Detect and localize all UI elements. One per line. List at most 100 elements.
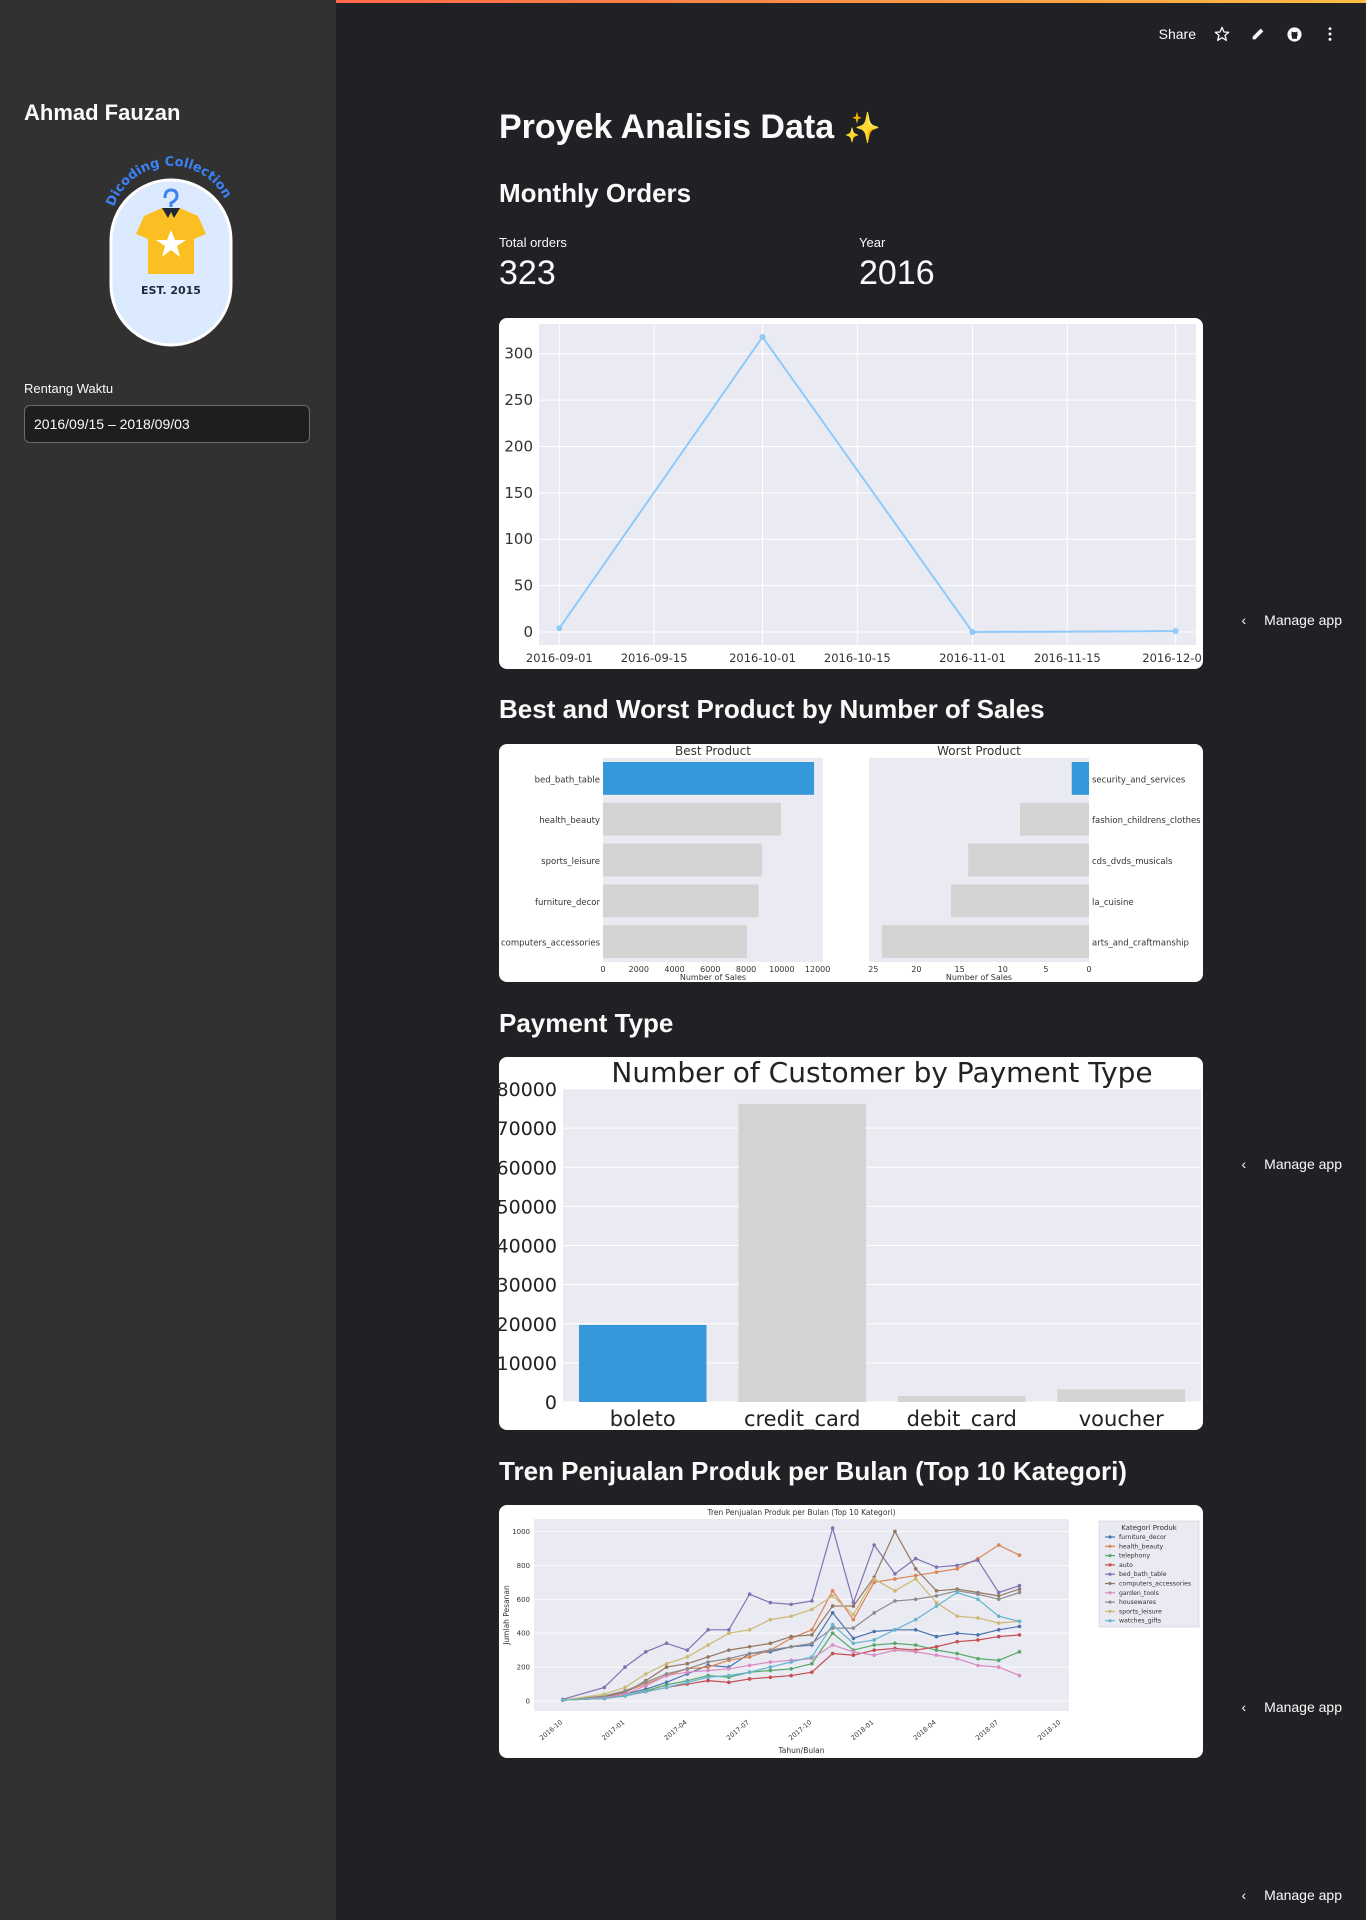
trend-point bbox=[644, 1680, 648, 1685]
trend-point bbox=[685, 1661, 690, 1666]
manage-app-button[interactable]: ‹ Manage app bbox=[1241, 612, 1342, 628]
y-tick-label: 0 bbox=[545, 1392, 557, 1414]
best-category-label: computers_accessories bbox=[501, 939, 601, 949]
share-button[interactable]: Share bbox=[1159, 26, 1196, 42]
edit-pencil-icon[interactable] bbox=[1248, 24, 1268, 44]
best-x-tick-label: 12000 bbox=[805, 965, 830, 974]
worst-bar bbox=[1019, 802, 1089, 836]
trend-point bbox=[810, 1599, 814, 1603]
worst-x-tick-label: 0 bbox=[1086, 965, 1091, 974]
x-tick-label: 2018-10 bbox=[1036, 1718, 1062, 1742]
date-range-input[interactable]: 2016/09/15 – 2018/09/03 bbox=[24, 405, 310, 443]
x-tick-label: 2016-12-01 bbox=[1142, 651, 1203, 665]
trend-point bbox=[664, 1641, 669, 1646]
y-tick-label: 10000 bbox=[499, 1353, 557, 1375]
trend-point bbox=[996, 1665, 1001, 1669]
trend-point bbox=[851, 1636, 856, 1641]
metric-year-label: Year bbox=[859, 235, 886, 250]
best-bar bbox=[603, 843, 763, 877]
trend-point bbox=[830, 1611, 835, 1615]
trend-point bbox=[602, 1696, 607, 1701]
trend-point bbox=[685, 1655, 690, 1659]
x-tick-label: 2016-11-01 bbox=[939, 651, 1006, 665]
x-tick-label: 2016-09-01 bbox=[526, 651, 593, 665]
trend-point bbox=[851, 1653, 856, 1658]
worst-category-label: security_and_services bbox=[1092, 775, 1186, 785]
trend-point bbox=[872, 1653, 876, 1658]
chevron-left-icon: ‹ bbox=[1241, 1699, 1247, 1715]
star-icon[interactable] bbox=[1212, 24, 1232, 44]
trend-point bbox=[685, 1666, 690, 1671]
trend-point bbox=[644, 1650, 648, 1654]
manage-app-label: Manage app bbox=[1264, 1887, 1342, 1903]
trend-point bbox=[872, 1648, 876, 1652]
trend-point bbox=[1017, 1673, 1022, 1678]
legend-entry: auto bbox=[1119, 1562, 1133, 1569]
x-tick-label: 2017-10 bbox=[787, 1718, 813, 1742]
trend-point bbox=[851, 1641, 856, 1646]
manage-app-button[interactable]: ‹ Manage app bbox=[1241, 1156, 1342, 1172]
x-tick-label: 2017-04 bbox=[663, 1718, 689, 1742]
trend-chart-card: Tren Penjualan Produk per Bulan (Top 10 … bbox=[499, 1505, 1203, 1758]
worst-category-label: la_cuisine bbox=[1092, 898, 1134, 908]
manage-app-button[interactable]: ‹ Manage app bbox=[1241, 1699, 1342, 1715]
trend-point bbox=[913, 1566, 918, 1571]
legend-entry: housewares bbox=[1119, 1599, 1156, 1606]
trend-point bbox=[644, 1683, 648, 1688]
trend-point bbox=[996, 1597, 1001, 1602]
best-x-tick-label: 10000 bbox=[769, 965, 794, 974]
trend-point bbox=[913, 1643, 918, 1647]
trend-point bbox=[893, 1589, 897, 1593]
trend-point bbox=[934, 1648, 939, 1652]
trend-point bbox=[976, 1558, 980, 1563]
trend-point bbox=[768, 1617, 773, 1622]
trend-point bbox=[913, 1617, 918, 1622]
trend-point bbox=[727, 1680, 731, 1685]
manage-app-button[interactable]: ‹ Manage app bbox=[1241, 1887, 1342, 1903]
x-tick-label: 2017-01 bbox=[600, 1718, 626, 1742]
manage-app-label: Manage app bbox=[1264, 1699, 1342, 1715]
trend-point bbox=[768, 1600, 773, 1605]
best-chart-title: Best Product bbox=[675, 744, 751, 758]
worst-category-label: fashion_childrens_clothes bbox=[1092, 816, 1201, 826]
trend-point bbox=[851, 1650, 856, 1654]
trend-point bbox=[768, 1675, 773, 1680]
trend-point bbox=[976, 1597, 980, 1602]
sparkles-emoji: ✨ bbox=[843, 112, 881, 145]
trend-point bbox=[747, 1592, 752, 1596]
trend-point bbox=[727, 1648, 731, 1652]
payment-category-label: debit_card bbox=[907, 1407, 1017, 1430]
trend-chart: Tren Penjualan Produk per Bulan (Top 10 … bbox=[502, 1508, 1200, 1755]
trend-point bbox=[913, 1556, 918, 1561]
trend-point bbox=[893, 1648, 897, 1652]
y-tick-label: 300 bbox=[504, 345, 533, 363]
y-tick-label: 60000 bbox=[499, 1157, 557, 1179]
github-icon[interactable] bbox=[1284, 24, 1304, 44]
orders-point bbox=[1172, 628, 1179, 635]
legend-entry: furniture_decor bbox=[1119, 1534, 1167, 1541]
legend-marker bbox=[1108, 1535, 1112, 1539]
trend-point bbox=[893, 1529, 897, 1534]
trend-point bbox=[789, 1673, 793, 1678]
trend-point bbox=[851, 1612, 856, 1617]
worst-bar bbox=[950, 884, 1089, 918]
trend-point bbox=[996, 1628, 1001, 1632]
legend-marker bbox=[1108, 1554, 1112, 1558]
trend-point bbox=[810, 1633, 814, 1637]
trend-point bbox=[913, 1628, 918, 1632]
payment-type-heading: Payment Type bbox=[499, 1008, 674, 1038]
trend-point bbox=[976, 1638, 980, 1642]
chevron-left-icon: ‹ bbox=[1241, 612, 1247, 628]
more-menu-icon[interactable] bbox=[1320, 24, 1340, 44]
trend-point bbox=[996, 1543, 1001, 1547]
payment-category-label: boleto bbox=[610, 1407, 676, 1430]
x-tick-label: 2016-09-15 bbox=[621, 651, 688, 665]
manage-app-label: Manage app bbox=[1264, 612, 1342, 628]
orders-point bbox=[969, 629, 976, 636]
sidebar-author-name: Ahmad Fauzan bbox=[24, 100, 181, 125]
trend-point bbox=[996, 1634, 1001, 1639]
trend-point bbox=[789, 1634, 793, 1639]
best-bar bbox=[603, 884, 759, 918]
trend-point bbox=[830, 1643, 835, 1647]
trend-point bbox=[789, 1666, 793, 1671]
